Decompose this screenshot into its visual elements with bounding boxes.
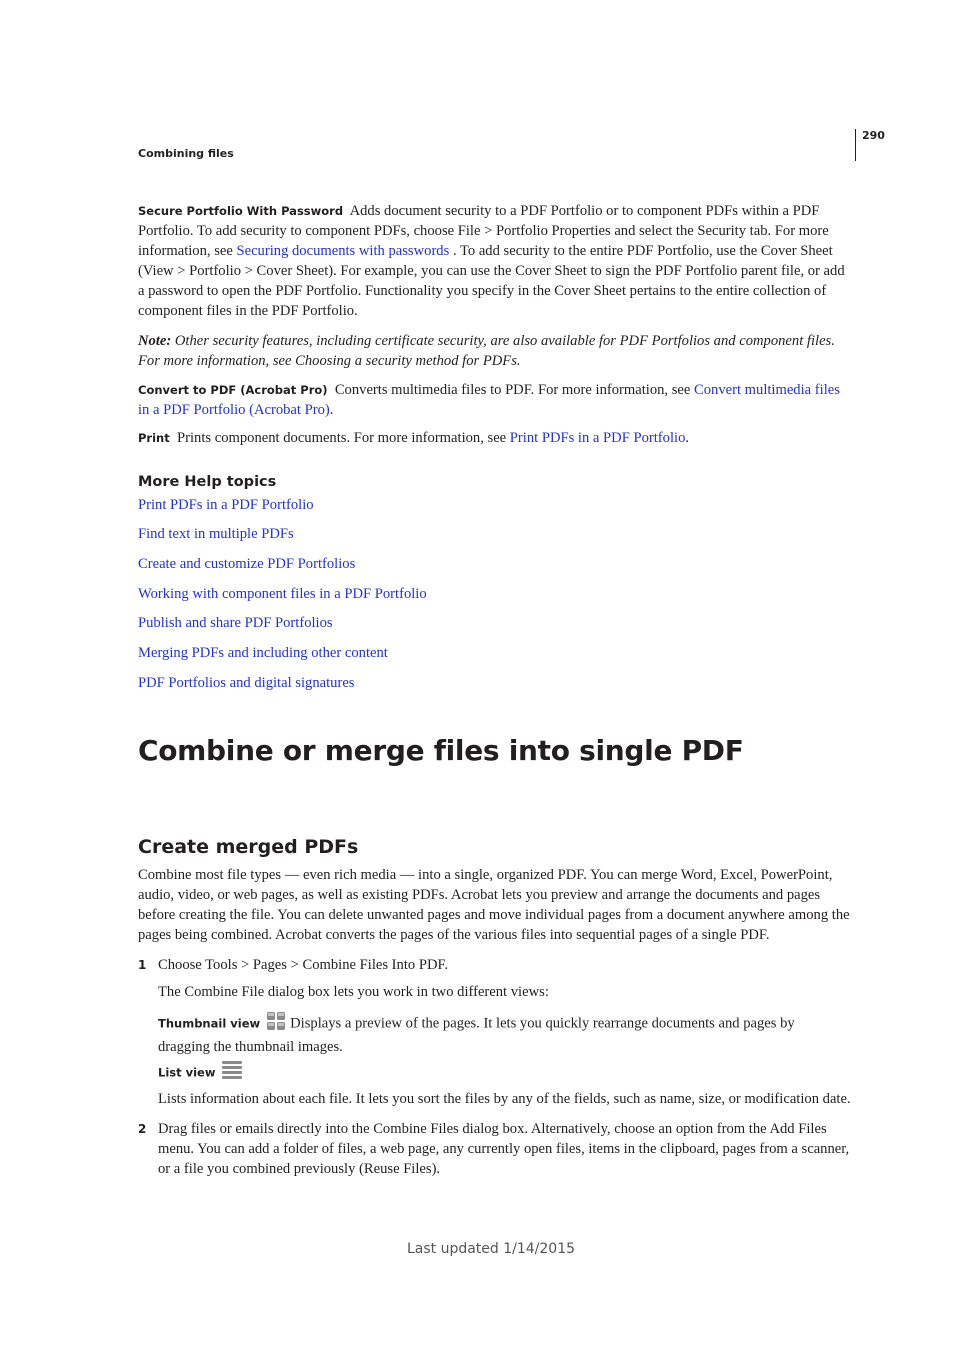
step-1-subtext: The Combine File dialog box lets you wor… [158, 984, 549, 1000]
convert-term: Convert to PDF (Acrobat Pro) [138, 383, 328, 397]
list-view-icon [221, 1060, 243, 1086]
help-link-component-files[interactable]: Working with component files in a PDF Po… [138, 586, 427, 603]
help-link-merging-pdfs[interactable]: Merging PDFs and including other content [138, 645, 388, 662]
thumbnail-grid-icon [266, 1011, 286, 1037]
step-2-number: 2 [138, 1122, 147, 1136]
note-paragraph: Note: Other security features, including… [138, 331, 850, 371]
page-number: 290 [862, 129, 885, 142]
sub-heading: Create merged PDFs [138, 836, 359, 858]
securing-documents-link[interactable]: Securing documents with passwords [236, 243, 449, 259]
intro-paragraph: Combine most file types — even rich medi… [138, 867, 850, 943]
secure-portfolio-paragraph: Secure Portfolio With Password Adds docu… [138, 201, 850, 321]
help-link-publish-share[interactable]: Publish and share PDF Portfolios [138, 615, 333, 632]
list-view-term: List view [158, 1065, 216, 1080]
note-label: Note: [138, 333, 172, 349]
more-help-heading: More Help topics [138, 474, 277, 490]
help-link-print-pdfs[interactable]: Print PDFs in a PDF Portfolio [138, 497, 314, 514]
thumbnail-view-item: Thumbnail view Displays a preview of the… [158, 1011, 850, 1057]
print-term: Print [138, 431, 170, 445]
convert-paragraph: Convert to PDF (Acrobat Pro) Converts mu… [138, 380, 850, 420]
list-view-term-line: List view [158, 1060, 247, 1086]
step-1-number: 1 [138, 958, 147, 972]
last-updated-footer: Last updated 1/14/2015 [406, 1241, 576, 1257]
step-2-text: Drag files or emails directly into the C… [158, 1121, 850, 1177]
print-text-2: . [685, 430, 690, 446]
help-link-digital-signatures[interactable]: PDF Portfolios and digital signatures [138, 675, 354, 692]
help-link-find-text[interactable]: Find text in multiple PDFs [138, 526, 294, 543]
note-text: Other security features, including certi… [138, 333, 835, 369]
convert-text-2: . [329, 402, 334, 418]
running-head: Combining files [138, 147, 234, 160]
step-1-text: Choose Tools > Pages > Combine Files Int… [158, 957, 449, 973]
print-text-1: Prints component documents. For more inf… [177, 430, 510, 446]
help-link-create-portfolios[interactable]: Create and customize PDF Portfolios [138, 556, 355, 573]
list-view-text: Lists information about each file. It le… [158, 1091, 851, 1107]
main-heading: Combine or merge files into single PDF [138, 734, 744, 767]
print-pdfs-link[interactable]: Print PDFs in a PDF Portfolio [510, 430, 686, 446]
page-number-rule [855, 129, 856, 161]
convert-text-1: Converts multimedia files to PDF. For mo… [334, 382, 694, 398]
secure-portfolio-term: Secure Portfolio With Password [138, 204, 344, 218]
thumbnail-view-term: Thumbnail view [158, 1016, 261, 1031]
print-paragraph: Print Prints component documents. For mo… [138, 428, 850, 448]
